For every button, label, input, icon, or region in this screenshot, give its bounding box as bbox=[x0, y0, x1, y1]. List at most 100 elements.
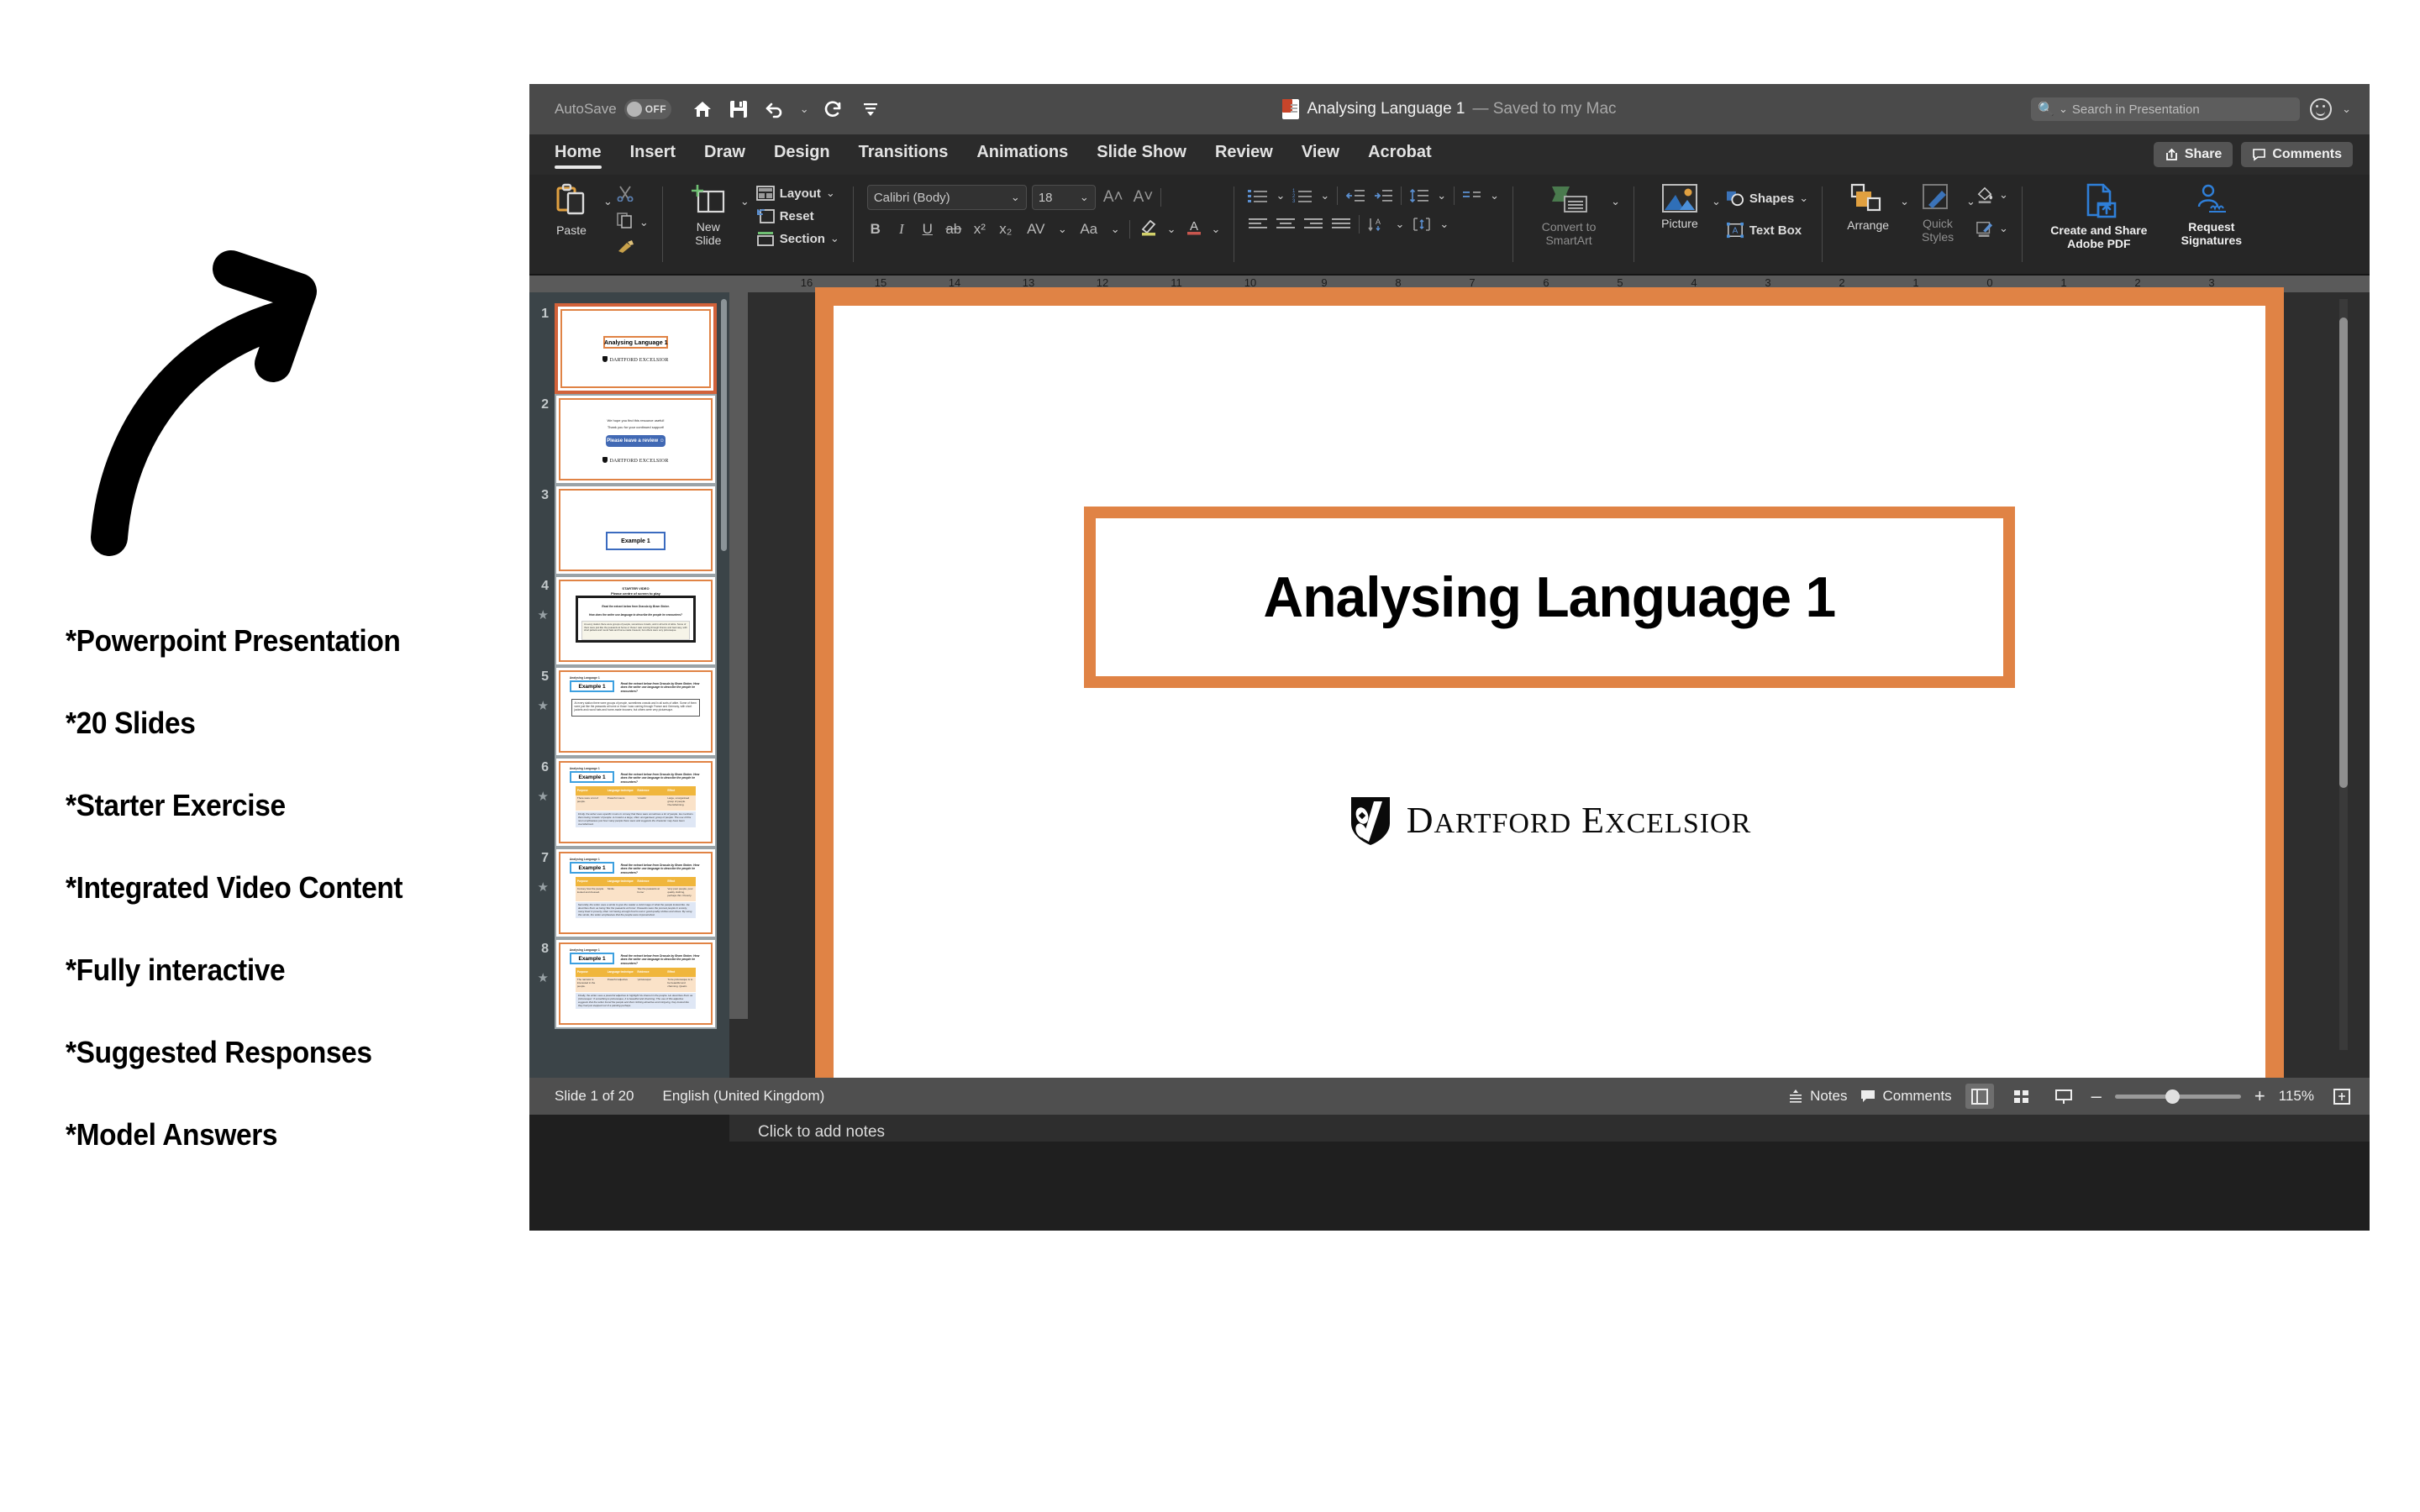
subscript-button[interactable]: x₂ bbox=[997, 221, 1014, 238]
undo-icon[interactable] bbox=[764, 98, 786, 120]
shapes-button[interactable]: Shapes ⌄ bbox=[1726, 190, 1808, 207]
thumbnail-image[interactable]: STARTER VIDEO Please centre of screen to … bbox=[555, 575, 717, 666]
font-size-dropdown-icon[interactable]: ⌄ bbox=[1080, 191, 1089, 204]
tab-acrobat[interactable]: Acrobat bbox=[1368, 143, 1432, 167]
share-button[interactable]: Share bbox=[2153, 142, 2233, 167]
align-text-dropdown-icon[interactable]: ⌄ bbox=[1439, 218, 1449, 231]
text-box-button[interactable]: A Text Box bbox=[1726, 222, 1808, 239]
comments-button[interactable]: Comments bbox=[2241, 142, 2353, 167]
character-spacing-button[interactable]: AV bbox=[1023, 221, 1049, 238]
notes-toggle-button[interactable]: Notes bbox=[1788, 1088, 1847, 1105]
format-painter-icon[interactable] bbox=[616, 239, 649, 258]
comments-toggle-button[interactable]: Comments bbox=[1860, 1088, 1952, 1105]
zoom-in-button[interactable]: + bbox=[2254, 1085, 2265, 1107]
search-dropdown-icon[interactable]: ⌄ bbox=[2059, 102, 2068, 116]
tab-view[interactable]: View bbox=[1302, 143, 1339, 167]
zoom-slider[interactable] bbox=[2114, 1089, 2241, 1104]
copy-icon[interactable] bbox=[616, 212, 634, 233]
paste-dropdown-icon[interactable]: ⌄ bbox=[603, 195, 613, 208]
shape-outline-dropdown-icon[interactable]: ⌄ bbox=[1999, 222, 2008, 235]
change-case-button[interactable]: Aa bbox=[1076, 221, 1102, 238]
zoom-level[interactable]: 115% bbox=[2279, 1088, 2314, 1105]
tab-home[interactable]: Home bbox=[555, 143, 602, 169]
thumbnail-slide-8[interactable]: 8 ★ Analysing Language 1 Example 1 Read … bbox=[529, 932, 729, 1029]
slide-canvas[interactable]: Analysing Language 1 DARTFORD EXCELSIOR bbox=[748, 287, 2351, 1112]
thumbnail-image[interactable]: We hope you find this resource useful! T… bbox=[555, 394, 717, 485]
quick-styles-dropdown-icon[interactable]: ⌄ bbox=[1966, 195, 1975, 208]
tab-review[interactable]: Review bbox=[1215, 143, 1273, 167]
normal-view-button[interactable] bbox=[1965, 1084, 1994, 1109]
thumbnail-slide-4[interactable]: 4 ★ STARTER VIDEO Please centre of screen… bbox=[529, 570, 729, 666]
decrease-font-size-icon[interactable]: A˅ bbox=[1131, 188, 1156, 207]
fit-to-window-button[interactable] bbox=[2328, 1084, 2356, 1109]
tab-animations[interactable]: Animations bbox=[976, 143, 1068, 167]
bulleted-list-dropdown-icon[interactable]: ⌄ bbox=[1276, 189, 1285, 202]
highlight-dropdown-icon[interactable]: ⌄ bbox=[1167, 223, 1176, 236]
new-slide-dropdown-icon[interactable]: ⌄ bbox=[740, 195, 750, 208]
slide-title-placeholder[interactable]: Analysing Language 1 bbox=[1084, 507, 2015, 688]
home-icon[interactable] bbox=[692, 98, 713, 120]
thumbnail-slide-1[interactable]: 1 Analysing Language 1 DARTFORD EXCELSIO… bbox=[529, 297, 729, 394]
thumbnail-slide-2[interactable]: 2 We hope you find this resource useful!… bbox=[529, 388, 729, 485]
search-input[interactable]: 🔍 ⌄ Search in Presentation bbox=[2031, 97, 2301, 121]
thumbnail-image[interactable]: Analysing Language 1 Example 1 Read the … bbox=[555, 848, 717, 938]
font-color-icon[interactable]: A bbox=[1186, 218, 1202, 240]
slide-scrollbar-thumb[interactable] bbox=[2339, 318, 2348, 788]
save-icon[interactable] bbox=[728, 98, 750, 120]
shapes-dropdown-icon[interactable]: ⌄ bbox=[1799, 192, 1808, 205]
shape-fill-button[interactable]: ⌄ bbox=[1975, 186, 2008, 203]
change-case-dropdown-icon[interactable]: ⌄ bbox=[1111, 223, 1120, 236]
picture-button[interactable]: Picture bbox=[1648, 180, 1712, 230]
notes-pane[interactable]: Click to add notes bbox=[729, 1112, 2370, 1142]
layout-button[interactable]: Layout ⌄ bbox=[755, 185, 839, 202]
columns-dropdown-icon[interactable]: ⌄ bbox=[1490, 189, 1499, 202]
thumbnail-slide-3[interactable]: 3 Example 1 bbox=[529, 479, 729, 575]
section-dropdown-icon[interactable]: ⌄ bbox=[830, 232, 839, 245]
zoom-slider-knob[interactable] bbox=[2165, 1089, 2180, 1104]
autosave-toggle-group[interactable]: AutoSave OFF bbox=[555, 99, 671, 119]
font-name-select[interactable]: Calibri (Body) ⌄ bbox=[866, 185, 1027, 210]
strikethrough-button[interactable]: ab bbox=[945, 221, 962, 238]
arrange-dropdown-icon[interactable]: ⌄ bbox=[1900, 195, 1909, 208]
bold-button[interactable]: B bbox=[867, 221, 884, 238]
picture-dropdown-icon[interactable]: ⌄ bbox=[1712, 195, 1721, 208]
font-name-dropdown-icon[interactable]: ⌄ bbox=[1011, 191, 1020, 204]
line-spacing-dropdown-icon[interactable]: ⌄ bbox=[1437, 189, 1446, 202]
customize-toolbar-icon[interactable] bbox=[860, 98, 881, 120]
thumbnail-image[interactable]: Analysing Language 1 DARTFORD EXCELSIOR bbox=[555, 303, 717, 394]
shape-fill-dropdown-icon[interactable]: ⌄ bbox=[1999, 188, 2008, 202]
undo-dropdown-icon[interactable]: ⌄ bbox=[800, 102, 809, 116]
thumbnail-slide-7[interactable]: 7 ★ Analysing Language 1 Example 1 Read … bbox=[529, 842, 729, 938]
increase-font-size-icon[interactable]: A˄ bbox=[1101, 188, 1126, 207]
font-size-select[interactable]: 18 ⌄ bbox=[1031, 185, 1096, 210]
tab-slide-show[interactable]: Slide Show bbox=[1097, 143, 1186, 167]
underline-button[interactable]: U bbox=[919, 221, 936, 238]
slideshow-button[interactable] bbox=[2049, 1084, 2078, 1109]
cut-icon[interactable] bbox=[616, 185, 649, 206]
reset-button[interactable]: Reset bbox=[756, 207, 839, 224]
thumbnail-image[interactable]: Analysing Language 1 Example 1 Read the … bbox=[555, 666, 717, 757]
text-direction-dropdown-icon[interactable]: ⌄ bbox=[1395, 218, 1404, 231]
font-color-dropdown-icon[interactable]: ⌄ bbox=[1212, 223, 1221, 236]
language-indicator[interactable]: English (United Kingdom) bbox=[663, 1088, 825, 1105]
shape-outline-button[interactable]: ⌄ bbox=[1975, 220, 2008, 237]
copy-dropdown-icon[interactable]: ⌄ bbox=[639, 216, 649, 229]
autosave-switch[interactable]: OFF bbox=[623, 99, 671, 119]
superscript-button[interactable]: x² bbox=[971, 221, 988, 238]
text-highlight-icon[interactable] bbox=[1139, 218, 1158, 240]
smiley-dropdown-icon[interactable]: ⌄ bbox=[2342, 102, 2351, 116]
tab-transitions[interactable]: Transitions bbox=[859, 143, 949, 167]
zoom-out-button[interactable]: – bbox=[2091, 1085, 2102, 1107]
convert-to-smartart-button[interactable]: Convert to SmartArt bbox=[1527, 180, 1611, 247]
slide-sorter-button[interactable] bbox=[2007, 1084, 2036, 1109]
smiley-icon[interactable] bbox=[2310, 98, 2333, 120]
tab-insert[interactable]: Insert bbox=[630, 143, 676, 167]
slide-counter[interactable]: Slide 1 of 20 bbox=[555, 1088, 634, 1105]
current-slide[interactable]: Analysing Language 1 DARTFORD EXCELSIOR bbox=[815, 287, 2284, 1112]
section-button[interactable]: Section ⌄ bbox=[756, 230, 839, 247]
thumbnail-image[interactable]: Example 1 bbox=[555, 485, 717, 575]
tab-design[interactable]: Design bbox=[774, 143, 830, 167]
create-share-pdf-button[interactable]: Create and Share Adobe PDF bbox=[2036, 180, 2162, 250]
numbered-list-dropdown-icon[interactable]: ⌄ bbox=[1320, 189, 1329, 202]
arrange-button[interactable]: Arrange bbox=[1836, 180, 1900, 232]
